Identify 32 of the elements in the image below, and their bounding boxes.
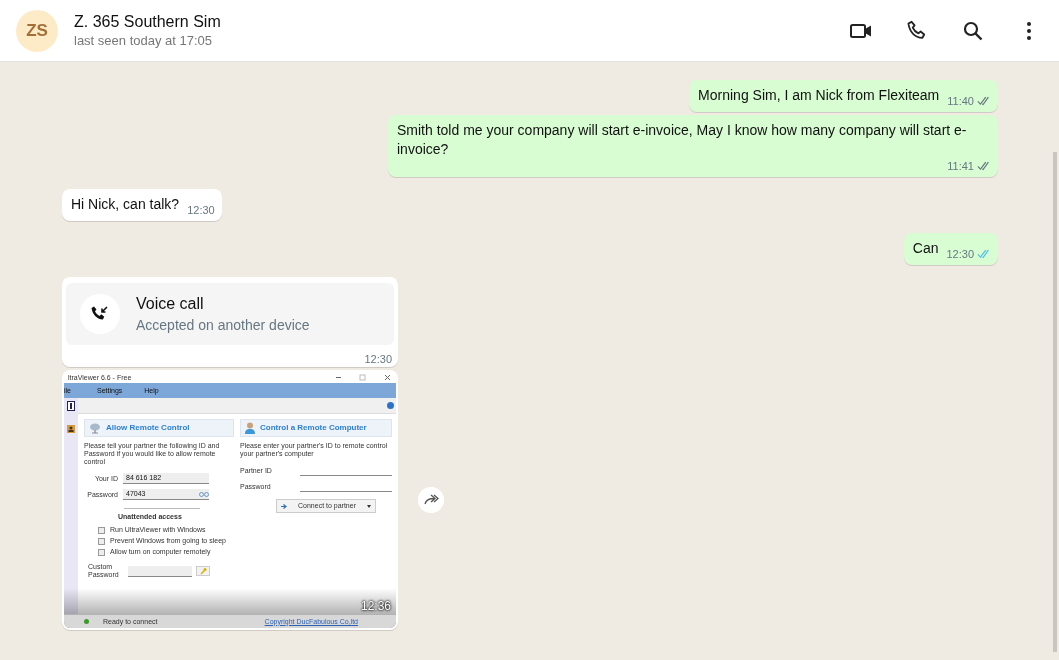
last-seen-status: last seen today at 17:05	[74, 31, 214, 50]
contacts-icon[interactable]	[67, 425, 75, 433]
checkbox[interactable]	[98, 526, 105, 534]
message-time: 11:41	[947, 159, 974, 173]
message-time: 12:30	[946, 247, 974, 261]
contact-name: Z. 365 Southern Sim	[74, 11, 222, 32]
call-card[interactable]: Voice call Accepted on another device	[66, 283, 394, 345]
message-text: Smith told me your company will start e-invoice, May I know how many company will start e-invoice?	[397, 121, 968, 159]
input-field[interactable]	[128, 565, 192, 577]
arrow-right-icon	[281, 503, 287, 509]
call-status: Accepted on another device	[136, 316, 310, 335]
scrollbar[interactable]	[1053, 152, 1057, 652]
id-card-icon[interactable]	[67, 401, 75, 411]
message-text: Morning Sim, I am Nick from Flexiteam	[698, 86, 940, 105]
status-dot-icon	[84, 619, 89, 624]
message-text: Hi Nick, can talk?	[71, 195, 180, 214]
section-title: Control a Remote Computer	[260, 424, 367, 432]
window-controls-icon	[336, 374, 392, 381]
help-icon[interactable]	[387, 402, 394, 409]
checkbox[interactable]	[98, 537, 105, 545]
message-time: 12:30	[187, 203, 215, 217]
checkbox[interactable]	[98, 548, 105, 556]
person-icon	[245, 422, 255, 434]
caret-icon	[367, 504, 371, 508]
message-time: 12:30	[364, 352, 392, 366]
screenshot-image[interactable]	[64, 372, 396, 628]
message-text: Can	[912, 239, 939, 258]
call-title: Voice call	[136, 294, 205, 314]
contact-avatar[interactable]: ZS	[16, 9, 58, 52]
satellite-dish-icon	[89, 422, 101, 434]
message-time: 11:40	[947, 94, 974, 108]
section-title: Allow Remote Control	[106, 424, 190, 432]
